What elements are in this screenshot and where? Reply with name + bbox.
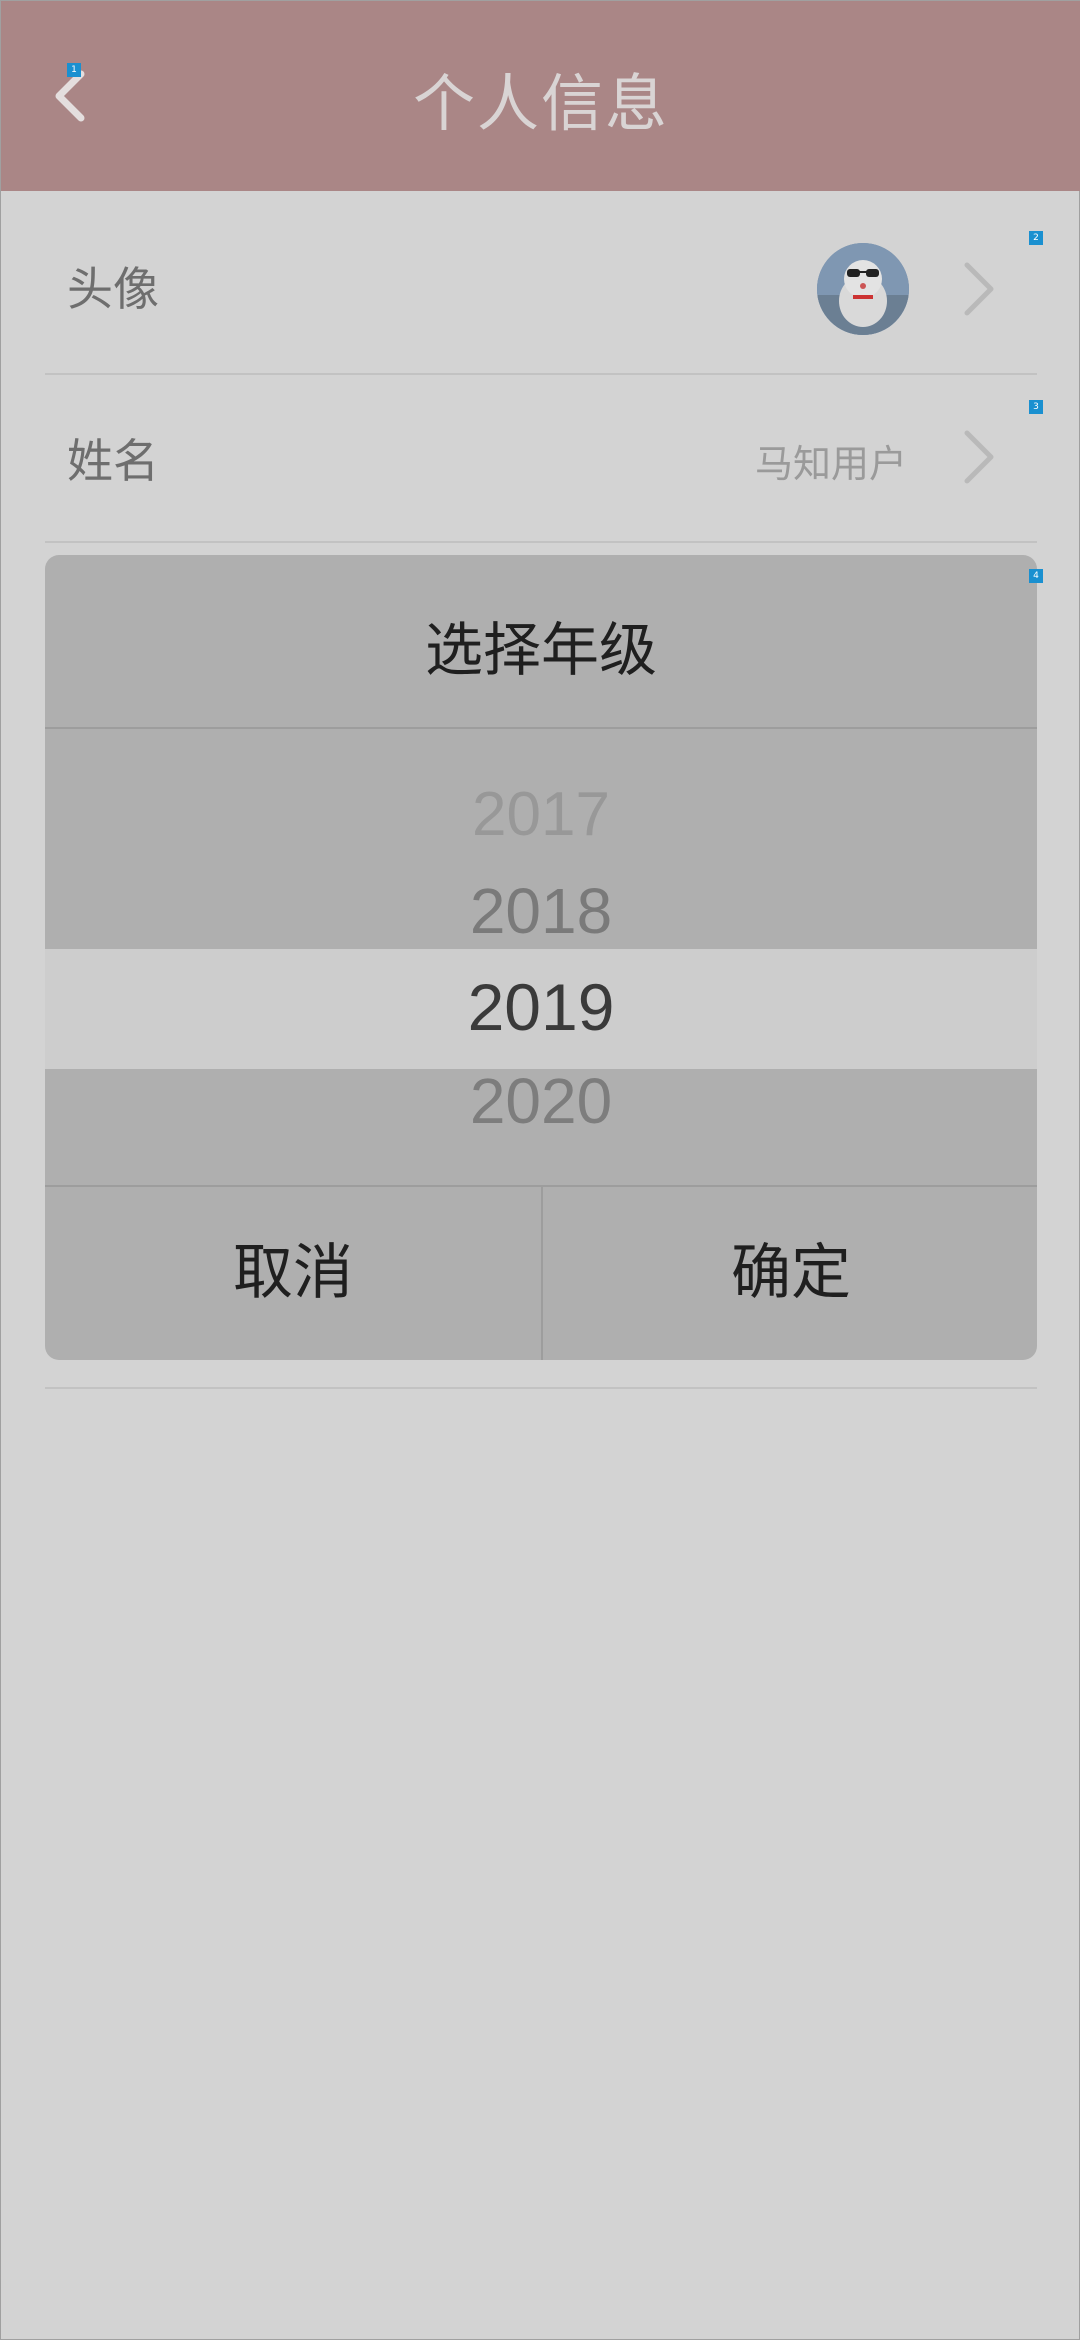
avatar-row-label: 头像: [67, 262, 159, 316]
name-row[interactable]: 姓名 马知用户: [45, 373, 1037, 543]
name-row-label: 姓名: [67, 434, 159, 488]
dialog-title: 选择年级: [424, 616, 657, 684]
annotation-marker: 3: [1029, 400, 1043, 414]
annotation-marker: 4: [1029, 569, 1043, 583]
cancel-button[interactable]: 取消: [45, 1187, 541, 1360]
picker-option[interactable]: 2020: [45, 1064, 1037, 1138]
header-bar: 个人信息: [1, 1, 1080, 191]
picker-option[interactable]: 2017: [45, 779, 1037, 850]
page-title: 个人信息: [412, 67, 669, 140]
picker-option-selected[interactable]: 2019: [45, 969, 1037, 1045]
row-divider: [45, 1387, 1037, 1389]
annotation-marker: 1: [67, 63, 81, 77]
picker-option[interactable]: 2018: [45, 874, 1037, 948]
avatar: [817, 243, 909, 335]
name-row-value: 马知用户: [754, 442, 907, 486]
annotation-marker: 2: [1029, 231, 1043, 245]
chevron-right-icon: [959, 261, 999, 317]
avatar-row[interactable]: 头像: [45, 191, 1037, 375]
chevron-right-icon: [959, 429, 999, 485]
grade-picker-dialog: 选择年级 2017 2018 2019 2020 取消 确定: [45, 555, 1037, 1360]
year-picker-wheel[interactable]: 2017 2018 2019 2020: [45, 729, 1037, 1185]
confirm-button[interactable]: 确定: [543, 1187, 1037, 1360]
page: 个人信息 1 头像 2 姓名 马知用户 3 选择年级 2017 2018 201…: [0, 0, 1080, 2340]
